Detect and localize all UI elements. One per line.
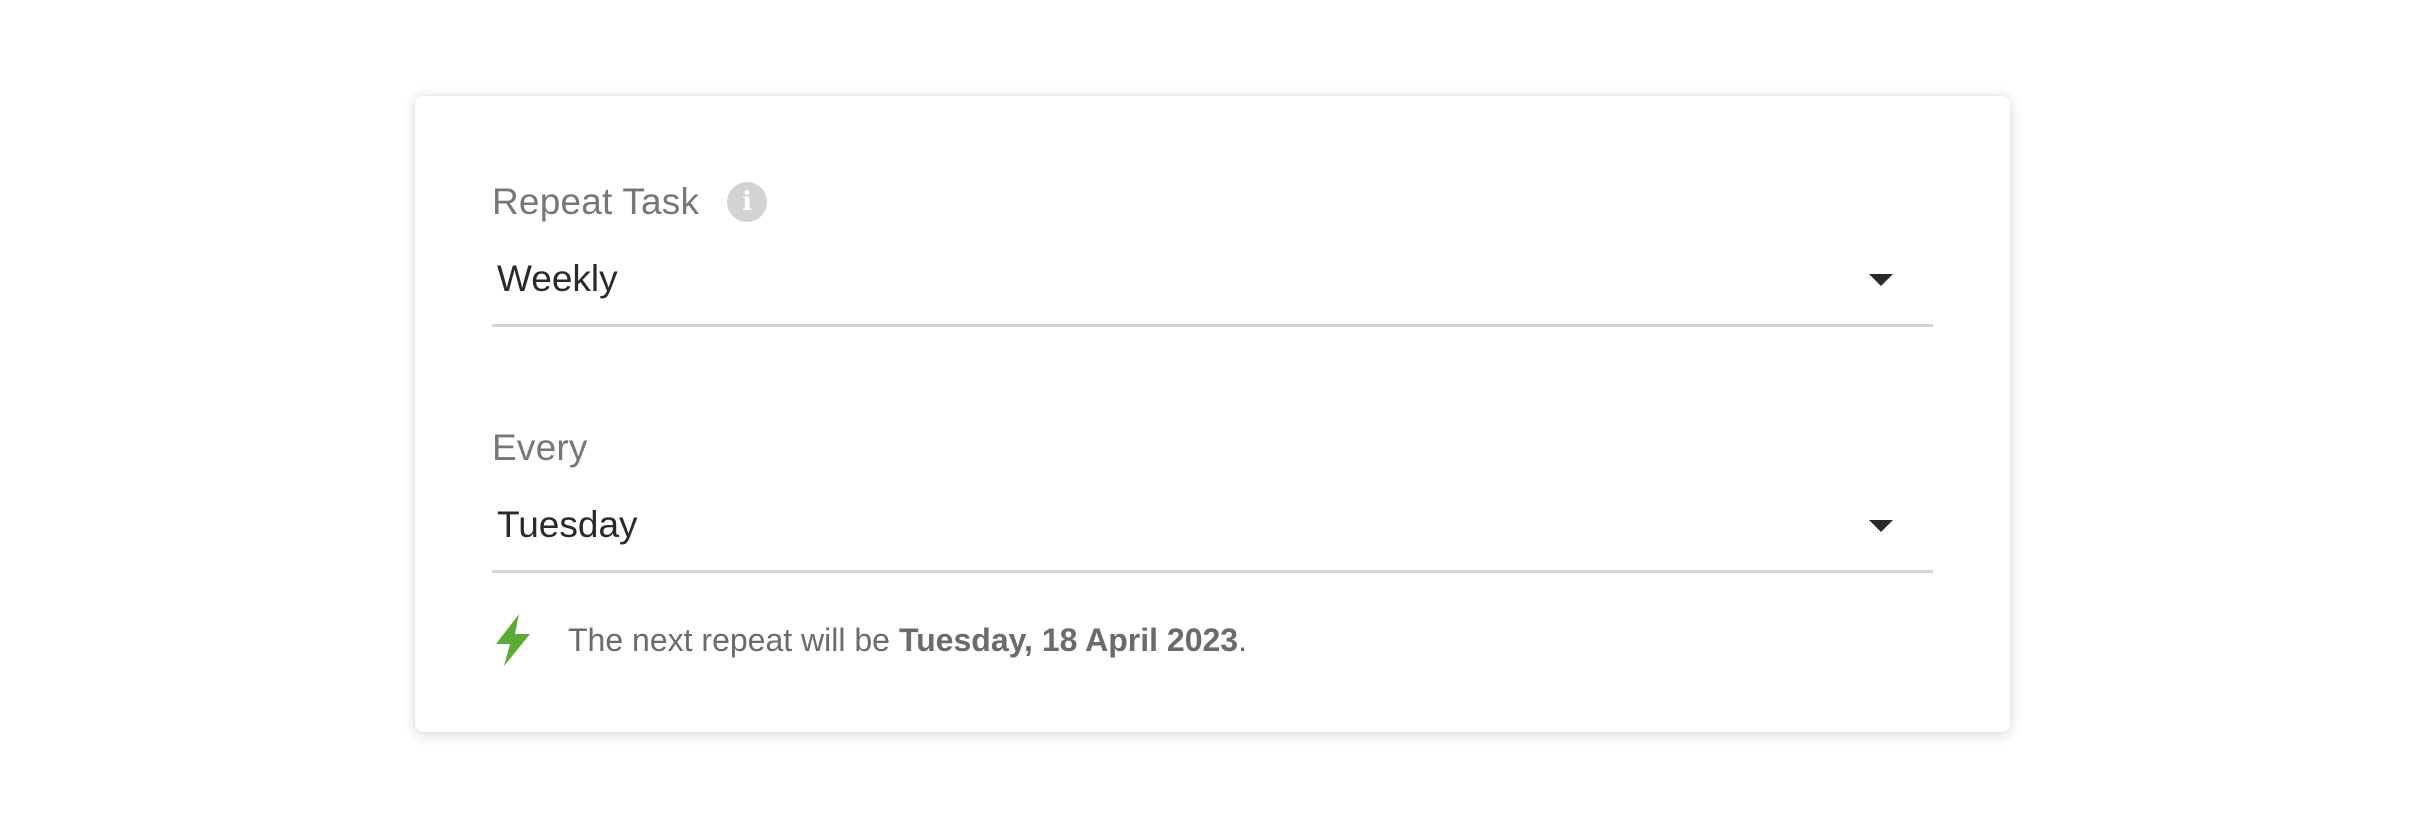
repeat-task-label-row: Repeat Task i [492,172,1933,232]
chevron-down-icon [1869,520,1893,532]
hint-suffix: . [1238,621,1247,658]
hint-date: Tuesday, 18 April 2023 [898,621,1239,658]
repeat-task-select[interactable]: Weekly [492,252,1933,327]
lightning-bolt-icon [496,614,530,666]
info-icon[interactable]: i [727,182,768,222]
hint-prefix: The next repeat will be [568,621,890,658]
every-label: Every [492,427,588,468]
repeat-task-label: Repeat Task [492,181,700,222]
repeat-settings-card: Repeat Task i Weekly Every Tuesday The n… [415,96,2010,732]
chevron-down-icon [1869,274,1893,286]
every-label-row: Every [492,418,1933,478]
every-field: Every Tuesday [492,418,1933,573]
next-repeat-hint: The next repeat will be Tuesday, 18 Apri… [492,614,1247,666]
repeat-task-selected-value: Weekly [497,258,618,299]
every-select[interactable]: Tuesday [492,498,1933,573]
every-selected-value: Tuesday [497,504,638,545]
repeat-task-field: Repeat Task i Weekly [492,172,1933,327]
